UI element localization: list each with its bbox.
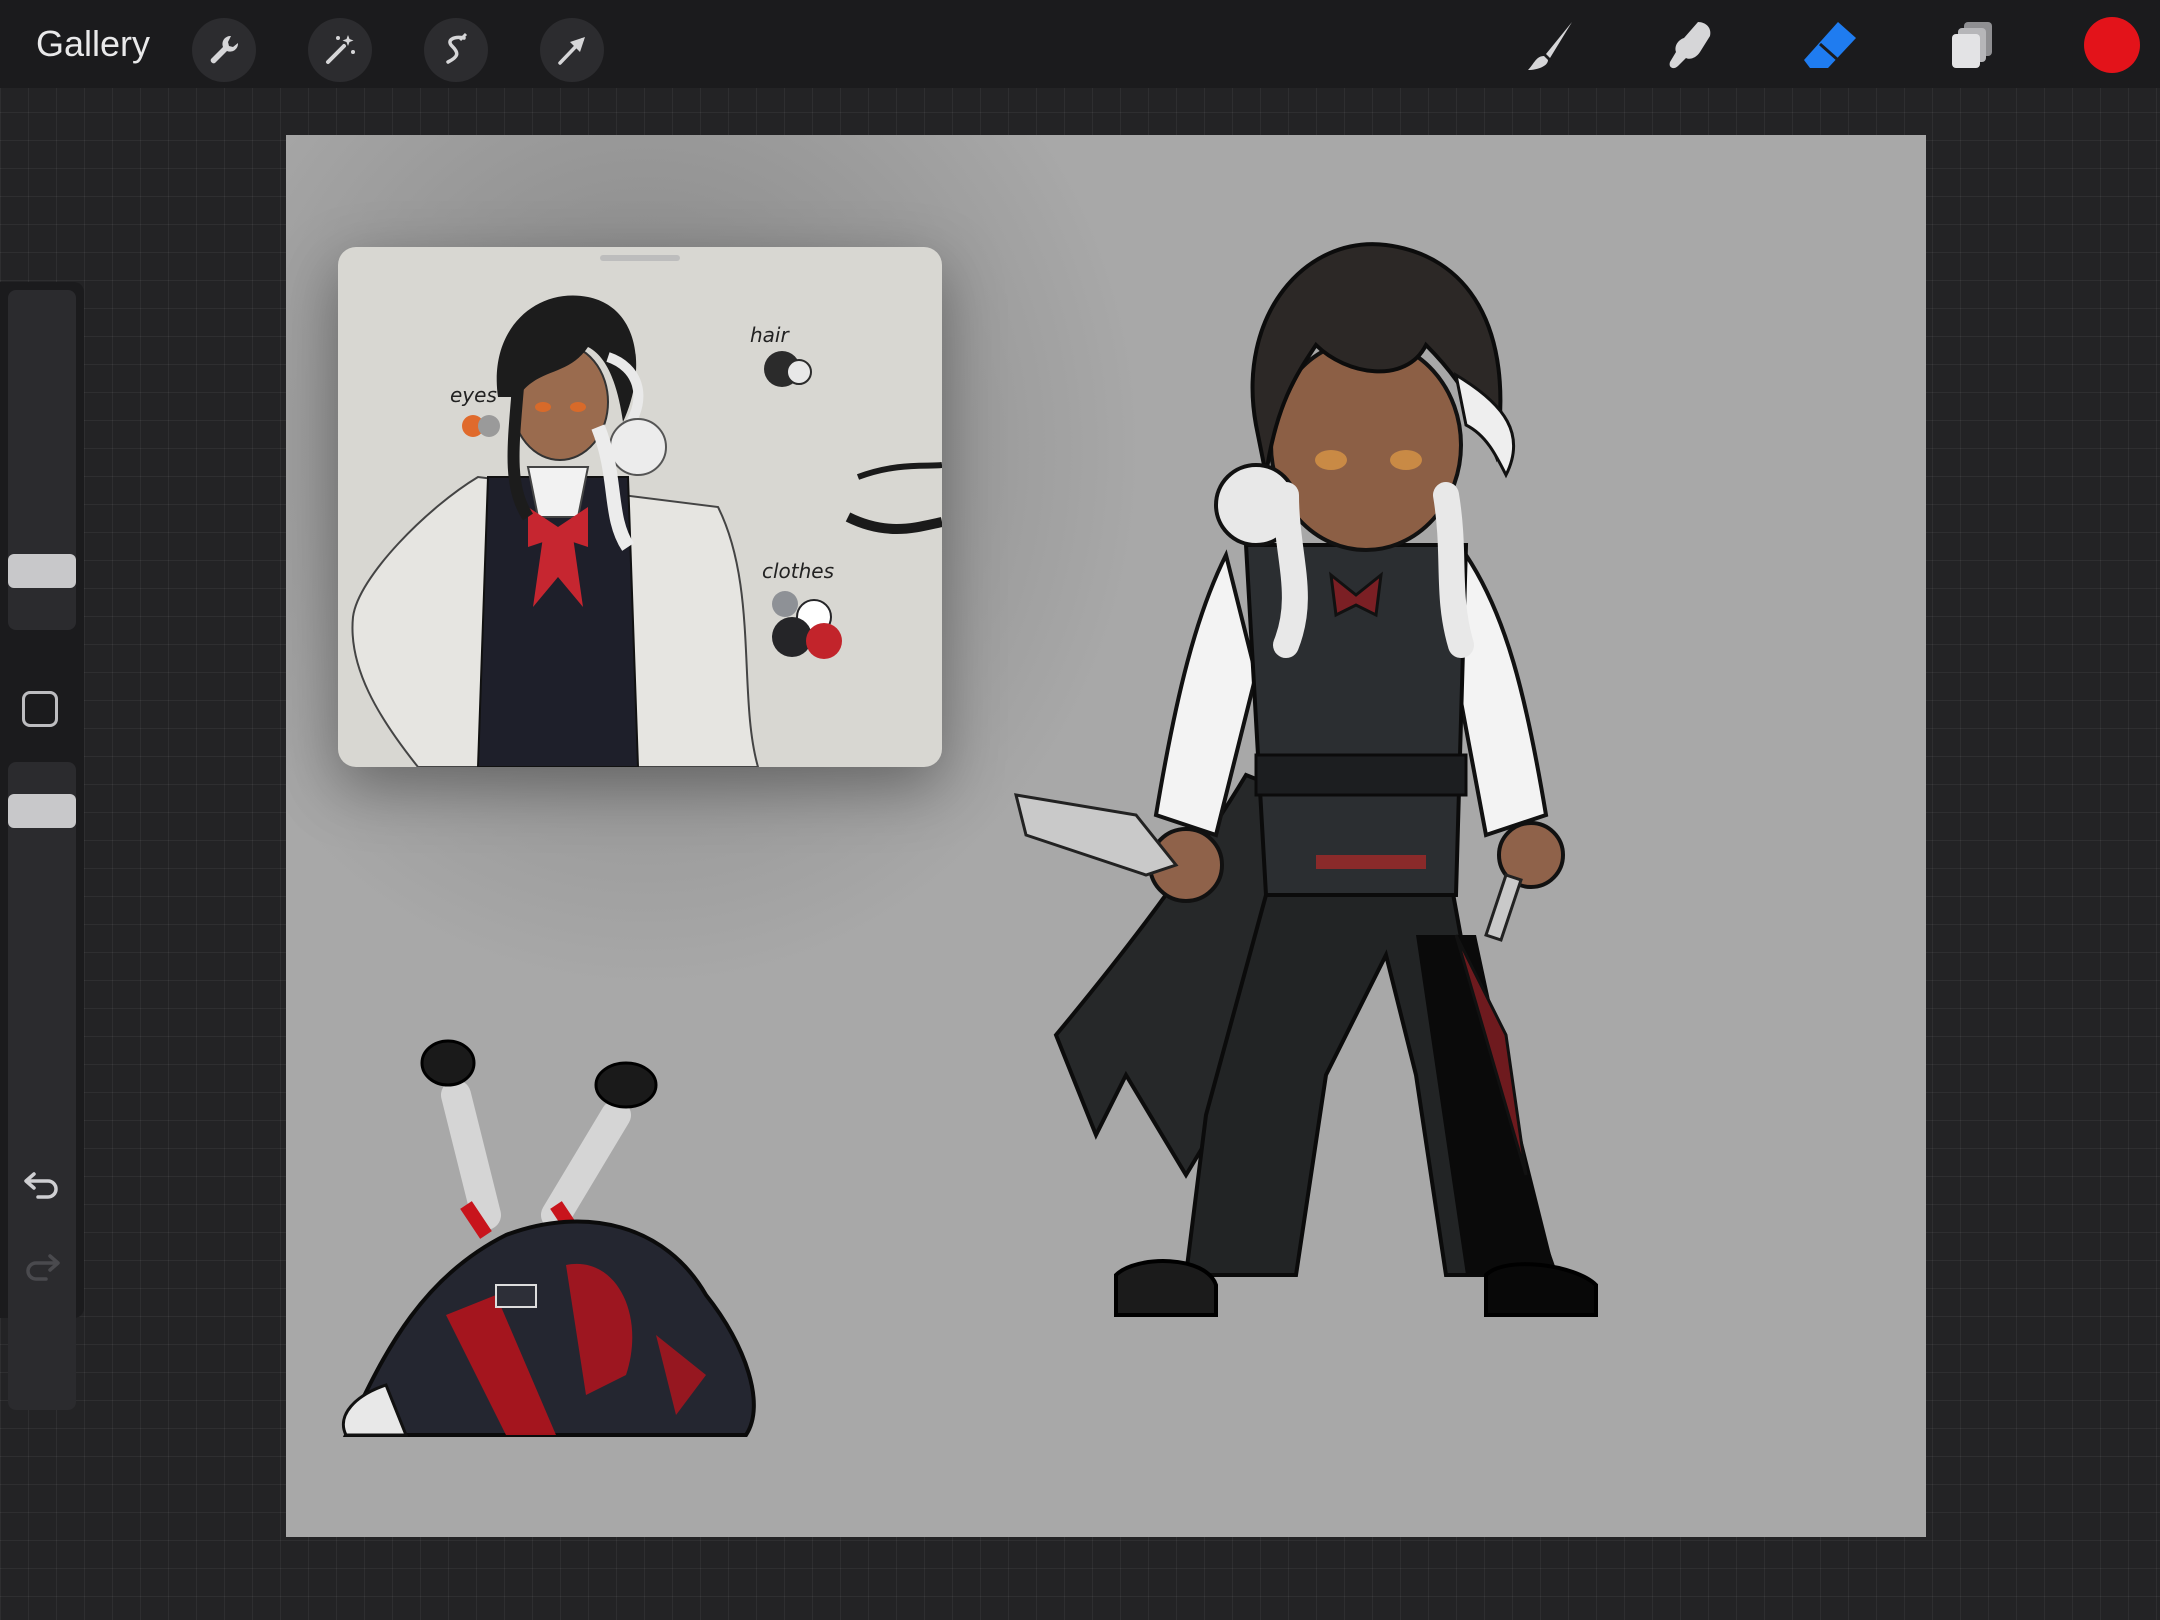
brush-icon <box>1528 22 1572 70</box>
redo-button[interactable] <box>18 1242 66 1290</box>
hair-swatch-white <box>786 359 812 385</box>
brush-size-slider-thumb[interactable] <box>8 554 76 588</box>
opacity-slider[interactable] <box>8 762 76 1410</box>
hair-label: hair <box>750 323 789 347</box>
gallery-button[interactable]: Gallery <box>36 22 150 66</box>
wrench-icon <box>210 35 239 64</box>
clothes-swatch-red <box>806 623 842 659</box>
smudge-tool[interactable] <box>1654 10 1726 82</box>
left-sidebar <box>0 282 84 1410</box>
selection-icon <box>446 32 468 64</box>
color-picker-button[interactable] <box>2084 17 2140 73</box>
selection-button[interactable] <box>424 18 488 82</box>
adjustments-button[interactable] <box>308 18 372 82</box>
modifier-button[interactable] <box>22 691 58 727</box>
brush-tool[interactable] <box>1514 10 1586 82</box>
layers-icon <box>1952 22 1992 68</box>
redo-icon <box>26 1254 60 1281</box>
eyes-swatch-gray <box>478 415 500 437</box>
undo-button[interactable] <box>18 1160 66 1208</box>
actions-button[interactable] <box>192 18 256 82</box>
eraser-icon <box>1804 22 1856 68</box>
eraser-tool[interactable] <box>1794 10 1866 82</box>
eyes-label: eyes <box>450 383 497 407</box>
layers-button[interactable] <box>1936 10 2008 82</box>
clothes-label: clothes <box>762 559 835 583</box>
clothes-swatch-gray <box>772 591 798 617</box>
smudge-icon <box>1669 22 1711 69</box>
reference-window[interactable]: eyes hair clothes <box>338 247 942 767</box>
drawing-canvas[interactable]: eyes hair clothes <box>286 135 1926 1537</box>
magic-wand-icon <box>326 35 355 64</box>
top-toolbar: Gallery <box>0 0 2160 88</box>
reference-character-sketch <box>351 295 942 767</box>
transform-button[interactable] <box>540 18 604 82</box>
fallen-figure-drawing <box>341 1039 756 1437</box>
transform-arrow-icon <box>558 37 585 65</box>
standing-character-drawing <box>1013 242 1598 1317</box>
opacity-slider-thumb[interactable] <box>8 794 76 828</box>
undo-icon <box>24 1172 58 1199</box>
